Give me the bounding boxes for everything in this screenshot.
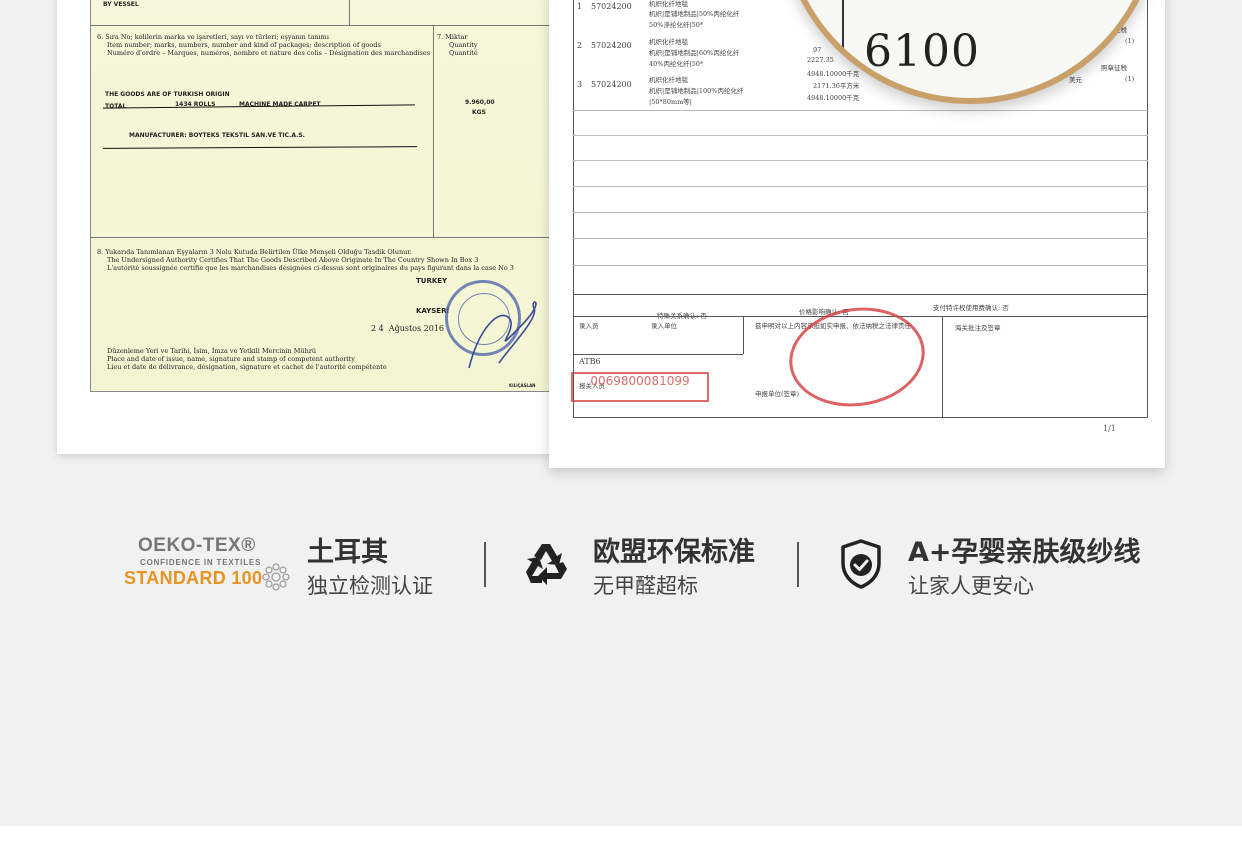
content-panel: BY VESSEL 6. Sıra No; kolilerin marka ve… <box>0 0 1242 826</box>
box7-line: 7. Miktar <box>437 33 468 41</box>
feature-title-eco: 欧盟环保标准 <box>593 537 755 568</box>
form-line <box>573 160 1148 161</box>
royalty-text: 支付特许权使用费确认: 否 <box>933 304 1009 312</box>
oeko-tex-logo: OEKO-TEX® CONFIDENCE IN TEXTILES STANDAR… <box>122 535 294 595</box>
place-line: Lieu et date de délivrance, désignation,… <box>107 363 387 371</box>
place-line: Düzenleme Yeri ve Tarihi, İsim, İmza ve … <box>107 347 317 355</box>
goods-desc: 40%丙纶化纤|50* <box>649 60 704 68</box>
form-line <box>573 265 1148 266</box>
feature-subtitle-eco: 无甲醛超标 <box>593 574 698 598</box>
goods-desc: 机织化纤地毯 <box>649 0 688 8</box>
goods-desc: 机织|是铺地制品|50%丙纶化纤 <box>649 10 740 18</box>
form-divider <box>91 25 559 26</box>
goods-desc: |50*80mm等| <box>649 98 692 106</box>
row-number: 2 <box>577 41 583 50</box>
box7-line: Quantité <box>449 49 478 57</box>
feature-subtitle-yarn: 让家人更安心 <box>908 574 1034 598</box>
box6-line: Numéro d'ordre – Marques, numéros, nombr… <box>107 49 431 57</box>
atb-code: ATB6 <box>579 357 601 366</box>
place-line: Place and date of issue, name, signature… <box>107 355 355 363</box>
form-vline <box>349 0 350 25</box>
form-vline <box>743 316 744 354</box>
issue-date: 2 4 Ağustos 2016 <box>371 324 445 333</box>
form-vline <box>942 316 943 418</box>
carpet-text: MACHINE MADE CARPET <box>239 101 321 108</box>
goods-desc: 机织化纤地毯 <box>649 38 688 46</box>
feature-title-yarn: A+孕婴亲肤级纱线 <box>908 537 1141 568</box>
entry-person-label: 录入员 <box>579 322 599 330</box>
row-number: 3 <box>577 80 583 89</box>
magnifier-circle: 6100 <box>780 0 1160 104</box>
form-line <box>573 135 1148 136</box>
goods-desc: 机织|是铺地制品|60%丙纶化纤 <box>649 49 740 57</box>
hs-code: 57024200 <box>591 80 632 89</box>
underline <box>102 146 418 149</box>
recycle-icon <box>526 544 567 585</box>
form-divider <box>573 417 1148 418</box>
form-line <box>573 238 1148 239</box>
total-label: TOTAL <box>105 103 127 110</box>
goods-desc: 50%涤纶化纤|50* <box>649 21 704 29</box>
hs-code: 57024200 <box>591 41 632 50</box>
country-text: TURKEY <box>416 277 448 285</box>
declarer-red-stamp: 0069800081099 <box>571 372 709 402</box>
form-divider <box>573 354 743 355</box>
box7-line: Quantity <box>449 41 478 49</box>
form-line <box>573 212 1148 213</box>
entry-unit-label: 录入单位 <box>651 322 677 330</box>
box8-line: The Undersigned Authority Certifies That… <box>107 256 479 264</box>
goods-desc: 机织化纤地毯 <box>649 76 688 84</box>
printer-text: KILIÇASLAN <box>509 383 536 388</box>
declare-unit-label: 申报单位(签章) <box>755 390 800 398</box>
shield-check-icon <box>841 539 881 589</box>
page-number: 1/1 <box>1103 424 1116 433</box>
signature-icon <box>468 301 537 369</box>
hs-code: 57024200 <box>591 2 632 11</box>
quantity-value: 9.960,00 <box>465 99 495 106</box>
feature-subtitle-origin: 独立检测认证 <box>307 574 433 598</box>
oeko-tex-brand: OEKO-TEX® <box>138 535 256 556</box>
box8-line: 8. Yukarıda Tanımlanan Eşyaların 3 Nolu … <box>97 248 412 256</box>
form-vline <box>573 0 574 418</box>
goods-desc: 机织|是铺地制品|100%丙纶化纤 <box>649 87 744 95</box>
magnifier-lens: 6100 <box>780 0 1160 104</box>
rolls-text: 1434 ROLLS <box>175 101 216 108</box>
box8-line: L'autorité soussignée certifie que les m… <box>107 264 514 272</box>
box6-line: 6. Sıra No; kolilerin marka ve işaretler… <box>97 33 329 41</box>
customs-notes-label: 海关批注及签章 <box>955 324 1001 332</box>
oeko-tex-standard: STANDARD 100 <box>124 568 263 588</box>
feature-divider <box>484 542 486 587</box>
flower-icon <box>262 563 290 591</box>
box6-line: Item number; marks, numbers, number and … <box>107 41 381 49</box>
city-text: KAYSERİ <box>416 307 450 315</box>
oeko-tex-tagline: CONFIDENCE IN TEXTILES <box>140 558 262 567</box>
by-vessel-text: BY VESSEL <box>103 1 139 8</box>
form-divider <box>91 237 559 238</box>
form-line <box>573 186 1148 187</box>
manufacturer-text: MANUFACTURER: BOYTEKS TEKSTIL SAN.VE TIC… <box>129 132 305 139</box>
feature-divider <box>797 542 799 587</box>
form-vline <box>433 25 434 237</box>
feature-title-origin: 土耳其 <box>307 537 388 568</box>
form-line <box>573 110 1148 111</box>
certificate-of-origin-card: BY VESSEL 6. Sıra No; kolilerin marka ve… <box>57 0 560 454</box>
features-row: OEKO-TEX® CONFIDENCE IN TEXTILES STANDAR… <box>0 520 1242 610</box>
goods-origin-text: THE GOODS ARE OF TURKISH ORIGIN <box>105 91 230 98</box>
row-number: 1 <box>577 2 583 11</box>
quantity-unit: KGS <box>472 109 486 116</box>
magnified-number: 6100 <box>864 26 980 77</box>
form-divider <box>573 294 1148 295</box>
